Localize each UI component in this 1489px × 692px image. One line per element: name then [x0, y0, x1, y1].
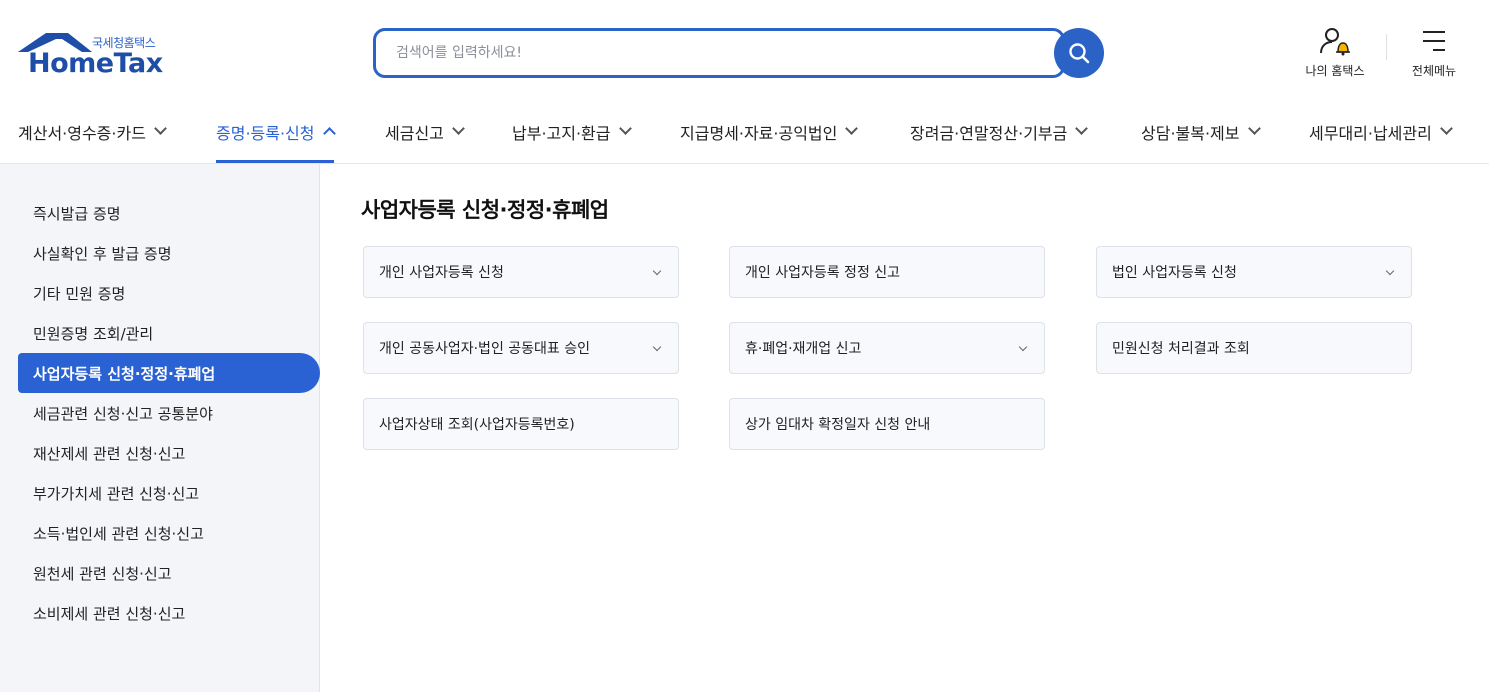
sidebar-item-property-tax[interactable]: 재산제세 관련 신청·신고: [18, 433, 320, 473]
sidebar-item-certificate-inquiry[interactable]: 민원증명 조회/관리: [18, 313, 320, 353]
card-business-status[interactable]: 사업자상태 조회(사업자등록번호): [363, 398, 679, 450]
hamburger-menu-icon: [1423, 31, 1445, 51]
my-hometax-button[interactable]: 나의 홈택스: [1300, 26, 1370, 79]
site-header: 국세청홈택스 HomeTax 나의 홈택스 전체메뉴 계산서·: [0, 0, 1489, 164]
card-label: 민원신청 처리결과 조회: [1112, 341, 1250, 357]
search-input[interactable]: [396, 31, 1046, 75]
utility-divider: [1386, 34, 1387, 60]
sidebar-item-verified-certificate[interactable]: 사실확인 후 발급 증명: [18, 233, 320, 273]
sidebar-item-consumption-tax[interactable]: 소비제세 관련 신청·신고: [18, 593, 320, 633]
search-icon: [1069, 43, 1090, 64]
card-label: 상가 임대차 확정일자 신청 안내: [745, 417, 931, 433]
nav-payment-statement[interactable]: 지급명세·자료·공익법인: [680, 100, 859, 163]
page-title: 사업자등록 신청·정정·휴폐업: [361, 198, 609, 222]
chevron-down-icon: [154, 122, 167, 135]
chevron-down-icon: [1018, 342, 1028, 352]
card-label: 법인 사업자등록 신청: [1112, 265, 1237, 281]
nav-invoice-receipt-card[interactable]: 계산서·영수증·카드: [18, 100, 167, 163]
sidebar-item-label: 즉시발급 증명: [33, 204, 121, 223]
sidebar-item-other-certificate[interactable]: 기타 민원 증명: [18, 273, 320, 313]
card-individual-correction[interactable]: 개인 사업자등록 정정 신고: [729, 246, 1045, 298]
nav-label: 증명·등록·신청: [216, 123, 315, 143]
sidebar-item-instant-certificate[interactable]: 즉시발급 증명: [18, 193, 320, 233]
sidebar-item-tax-common[interactable]: 세금관련 신청·신고 공통분야: [18, 393, 320, 433]
sidebar-item-vat[interactable]: 부가가치세 관련 신청·신고: [18, 473, 320, 513]
nav-label: 계산서·영수증·카드: [18, 123, 146, 143]
hometax-logo[interactable]: 국세청홈택스 HomeTax: [16, 28, 176, 80]
chevron-up-icon: [322, 127, 336, 140]
card-lease-date-guide[interactable]: 상가 임대차 확정일자 신청 안내: [729, 398, 1045, 450]
nav-payment-refund[interactable]: 납부·고지·환급: [512, 100, 632, 163]
sidebar: 즉시발급 증명 사실확인 후 발급 증명 기타 민원 증명 민원증명 조회/관리…: [0, 164, 320, 692]
my-hometax-label: 나의 홈택스: [1305, 64, 1365, 78]
nav-consult-appeal[interactable]: 상담·불복·제보: [1141, 100, 1261, 163]
card-label: 개인 공동사업자·법인 공동대표 승인: [379, 341, 590, 357]
sidebar-item-withholding-tax[interactable]: 원천세 관련 신청·신고: [18, 553, 320, 593]
chevron-down-icon: [1247, 122, 1261, 135]
card-label: 개인 사업자등록 정정 신고: [745, 265, 901, 281]
sidebar-item-label: 부가가치세 관련 신청·신고: [33, 484, 200, 503]
nav-label: 상담·불복·제보: [1141, 123, 1240, 143]
chevron-down-icon: [1075, 122, 1089, 135]
card-label: 사업자상태 조회(사업자등록번호): [379, 417, 575, 433]
chevron-down-icon: [452, 122, 465, 135]
card-label: 휴·폐업·재개업 신고: [745, 341, 862, 357]
chevron-down-icon: [1439, 122, 1453, 135]
nav-label: 지급명세·자료·공익법인: [680, 123, 838, 143]
nav-tax-filing[interactable]: 세금신고: [385, 100, 465, 163]
nav-tax-agent[interactable]: 세무대리·납세관리: [1309, 100, 1453, 163]
sidebar-item-label: 소득·법인세 관련 신청·신고: [33, 524, 204, 543]
nav-label: 세무대리·납세관리: [1309, 123, 1432, 143]
sidebar-item-label: 사실확인 후 발급 증명: [33, 244, 172, 263]
sidebar-item-label: 기타 민원 증명: [33, 284, 126, 303]
sidebar-item-label: 재산제세 관련 신청·신고: [33, 444, 186, 463]
all-menu-button[interactable]: 전체메뉴: [1404, 26, 1464, 79]
search-button[interactable]: [1054, 28, 1104, 78]
sidebar-item-label: 사업자등록 신청·정정·휴폐업: [33, 364, 216, 383]
chevron-down-icon: [652, 342, 662, 352]
chevron-down-icon: [618, 122, 632, 135]
logo-wordmark: HomeTax: [28, 48, 163, 79]
chevron-down-icon: [652, 266, 662, 276]
card-corporate-registration[interactable]: 법인 사업자등록 신청: [1096, 246, 1412, 298]
card-individual-registration[interactable]: 개인 사업자등록 신청: [363, 246, 679, 298]
sidebar-item-label: 소비제세 관련 신청·신고: [33, 604, 186, 623]
main-navigation: 계산서·영수증·카드 증명·등록·신청 세금신고 납부·고지·환급 지급명세·자…: [0, 100, 1489, 163]
nav-label: 납부·고지·환급: [512, 123, 611, 143]
sidebar-item-label: 세금관련 신청·신고 공통분야: [33, 404, 213, 423]
nav-label: 장려금·연말정산·기부금: [910, 123, 1068, 143]
card-closure-report[interactable]: 휴·폐업·재개업 신고: [729, 322, 1045, 374]
sidebar-item-label: 민원증명 조회/관리: [33, 324, 154, 343]
chevron-down-icon: [1385, 266, 1395, 276]
sidebar-item-business-registration[interactable]: 사업자등록 신청·정정·휴폐업: [18, 353, 320, 393]
user-bell-icon: [1320, 28, 1350, 56]
nav-certificate-registration[interactable]: 증명·등록·신청: [216, 100, 336, 163]
sidebar-item-income-corporate-tax[interactable]: 소득·법인세 관련 신청·신고: [18, 513, 320, 553]
card-application-result[interactable]: 민원신청 처리결과 조회: [1096, 322, 1412, 374]
nav-label: 세금신고: [385, 123, 444, 143]
search-box: [373, 28, 1065, 78]
card-label: 개인 사업자등록 신청: [379, 265, 504, 281]
card-joint-business-approval[interactable]: 개인 공동사업자·법인 공동대표 승인: [363, 322, 679, 374]
nav-incentive-yearend[interactable]: 장려금·연말정산·기부금: [910, 100, 1089, 163]
all-menu-label: 전체메뉴: [1411, 64, 1457, 78]
sidebar-item-label: 원천세 관련 신청·신고: [33, 564, 172, 583]
chevron-down-icon: [845, 122, 859, 135]
